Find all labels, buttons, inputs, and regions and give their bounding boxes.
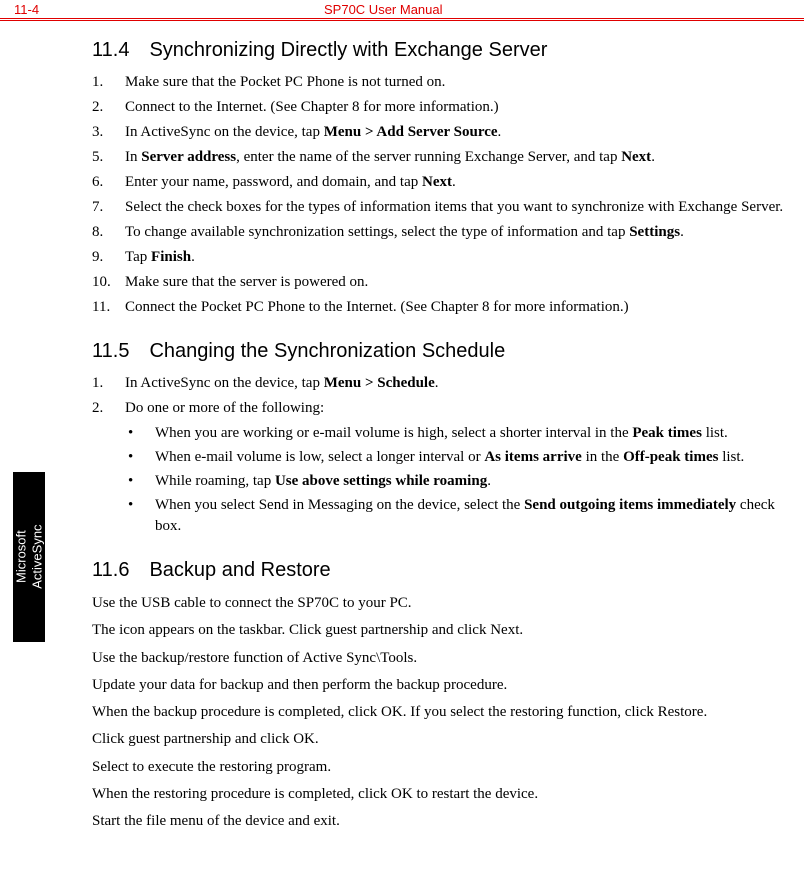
list-item: •When e-mail volume is low, select a lon… [125, 447, 790, 468]
section-11-6-heading: 11.6 Backup and Restore [92, 559, 790, 582]
paragraph: When the backup procedure is completed, … [92, 701, 790, 724]
side-tab-line2: ActiveSync [29, 525, 44, 589]
list-item: 6.Enter your name, password, and domain,… [92, 172, 790, 193]
section-11-5-steps: 1.In ActiveSync on the device, tap Menu … [92, 373, 790, 419]
section-11-5-bullets: •When you are working or e-mail volume i… [92, 423, 790, 537]
list-item: •While roaming, tap Use above settings w… [125, 471, 790, 492]
document-title: SP70C User Manual [324, 2, 443, 17]
paragraph: Click guest partnership and click OK. [92, 728, 790, 751]
paragraph: Start the file menu of the device and ex… [92, 810, 790, 833]
side-tab: Microsoft ActiveSync [13, 472, 45, 642]
paragraph: Select to execute the restoring program. [92, 756, 790, 779]
list-item: •When you are working or e-mail volume i… [125, 423, 790, 444]
paragraph: The icon appears on the taskbar. Click g… [92, 619, 790, 642]
list-item: 2.Connect to the Internet. (See Chapter … [92, 97, 790, 118]
paragraph: Use the USB cable to connect the SP70C t… [92, 592, 790, 615]
section-11-4-heading: 11.4 Synchronizing Directly with Exchang… [92, 39, 790, 62]
side-tab-line1: Microsoft [13, 531, 28, 584]
content-area: 11.4 Synchronizing Directly with Exchang… [0, 21, 804, 833]
list-item: 2.Do one or more of the following: [92, 398, 790, 419]
list-item: 1.In ActiveSync on the device, tap Menu … [92, 373, 790, 394]
section-11-4-steps: 1.Make sure that the Pocket PC Phone is … [92, 72, 790, 318]
list-item: 9.Tap Finish. [92, 247, 790, 268]
list-item: 8.To change available synchronization se… [92, 222, 790, 243]
list-item: 10.Make sure that the server is powered … [92, 272, 790, 293]
paragraph: Update your data for backup and then per… [92, 674, 790, 697]
list-item: 7.Select the check boxes for the types o… [92, 197, 790, 218]
list-item: •When you select Send in Messaging on th… [125, 495, 790, 537]
paragraph: When the restoring procedure is complete… [92, 783, 790, 806]
page-header: 11-4 SP70C User Manual [0, 0, 804, 21]
list-item: 1.Make sure that the Pocket PC Phone is … [92, 72, 790, 93]
paragraph: Use the backup/restore function of Activ… [92, 647, 790, 670]
list-item: 11.Connect the Pocket PC Phone to the In… [92, 297, 790, 318]
list-item: 3.In ActiveSync on the device, tap Menu … [92, 122, 790, 143]
section-11-5-heading: 11.5 Changing the Synchronization Schedu… [92, 340, 790, 363]
page-number: 11-4 [14, 2, 324, 17]
list-item: 5.In Server address, enter the name of t… [92, 147, 790, 168]
